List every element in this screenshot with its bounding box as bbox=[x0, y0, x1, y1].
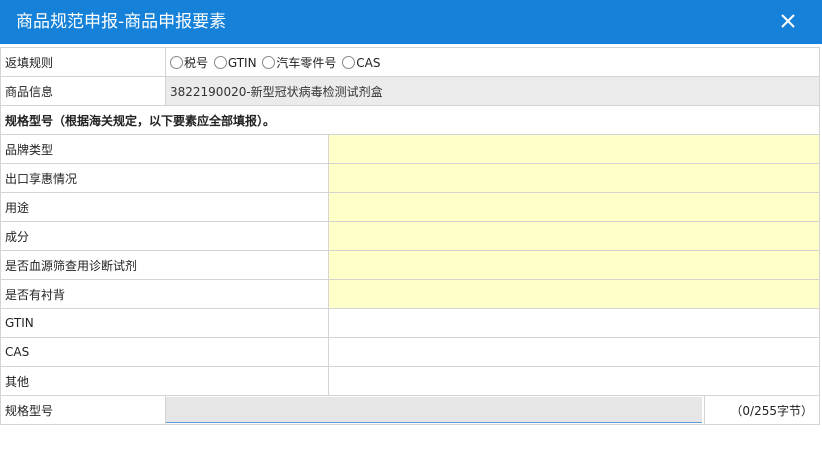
element-label-usage: 用途 bbox=[0, 192, 329, 222]
element-label-blood-screening: 是否血源筛查用诊断试剂 bbox=[0, 250, 329, 280]
radio-circle-icon bbox=[213, 55, 227, 69]
element-input-backing[interactable] bbox=[327, 279, 821, 309]
element-row-usage: 用途 bbox=[0, 192, 821, 222]
element-row-composition: 成分 bbox=[0, 221, 821, 251]
element-label-gtin: GTIN bbox=[0, 308, 329, 338]
element-row-blood-screening: 是否血源筛查用诊断试剂 bbox=[0, 250, 821, 280]
product-info-label: 商品信息 bbox=[0, 76, 166, 106]
spec-model-row: 规格型号 （0/255字节） bbox=[0, 395, 821, 425]
element-row-backing: 是否有衬背 bbox=[0, 279, 821, 309]
fill-rule-row: 返填规则 税号 GTIN 汽车零件号 CAS bbox=[0, 47, 821, 77]
radio-tax-number[interactable]: 税号 bbox=[170, 54, 208, 71]
element-label-export-preference: 出口享惠情况 bbox=[0, 163, 329, 193]
radio-circle-icon bbox=[342, 55, 356, 69]
radio-cas-label: CAS bbox=[356, 55, 381, 70]
element-input-export-preference[interactable] bbox=[327, 163, 821, 193]
spec-model-cell bbox=[165, 395, 705, 425]
dialog-titlebar: 商品规范申报-商品申报要素 bbox=[0, 0, 822, 44]
element-input-brand-type[interactable] bbox=[327, 134, 821, 164]
element-input-other[interactable] bbox=[327, 366, 821, 396]
element-input-gtin[interactable] bbox=[327, 308, 821, 338]
radio-gtin[interactable]: GTIN bbox=[213, 55, 257, 70]
element-label-backing: 是否有衬背 bbox=[0, 279, 329, 309]
element-input-usage[interactable] bbox=[327, 192, 821, 222]
section-note-row: 规格型号（根据海关规定，以下要素应全部填报）。 bbox=[0, 105, 821, 135]
radio-auto-part-number-label: 汽车零件号 bbox=[276, 55, 337, 70]
product-info-row: 商品信息 3822190020-新型冠状病毒检测试剂盒 bbox=[0, 76, 821, 106]
element-row-export-preference: 出口享惠情况 bbox=[0, 163, 821, 193]
radio-auto-part-number[interactable]: 汽车零件号 bbox=[262, 54, 336, 71]
element-input-composition[interactable] bbox=[327, 221, 821, 251]
fill-rule-options: 税号 GTIN 汽车零件号 CAS bbox=[164, 47, 821, 77]
spec-model-byte-counter: （0/255字节） bbox=[703, 395, 821, 425]
element-label-cas: CAS bbox=[0, 337, 329, 367]
dialog-title: 商品规范申报-商品申报要素 bbox=[16, 12, 227, 32]
radio-gtin-label: GTIN bbox=[227, 55, 257, 70]
element-input-cas[interactable] bbox=[327, 337, 821, 367]
spec-model-label: 规格型号 bbox=[0, 395, 166, 425]
product-info-value: 3822190020-新型冠状病毒检测试剂盒 bbox=[164, 76, 821, 106]
dialog-content: 返填规则 税号 GTIN 汽车零件号 CAS 商品信息 3822190020-新… bbox=[0, 47, 821, 425]
element-label-brand-type: 品牌类型 bbox=[0, 134, 329, 164]
spec-model-input[interactable] bbox=[166, 397, 702, 423]
element-input-blood-screening[interactable] bbox=[327, 250, 821, 280]
radio-circle-icon bbox=[170, 55, 183, 69]
element-row-cas: CAS bbox=[0, 337, 821, 367]
element-row-gtin: GTIN bbox=[0, 308, 821, 338]
radio-tax-number-label: 税号 bbox=[184, 55, 209, 70]
element-row-brand-type: 品牌类型 bbox=[0, 134, 821, 164]
element-label-composition: 成分 bbox=[0, 221, 329, 251]
radio-cas[interactable]: CAS bbox=[342, 55, 381, 70]
declaration-elements-table: 返填规则 税号 GTIN 汽车零件号 CAS 商品信息 3822190020-新… bbox=[0, 47, 821, 425]
element-row-other: 其他 bbox=[0, 366, 821, 396]
fill-rule-label: 返填规则 bbox=[0, 47, 166, 77]
close-icon[interactable] bbox=[778, 9, 798, 33]
section-note: 规格型号（根据海关规定，以下要素应全部填报）。 bbox=[0, 105, 821, 135]
radio-circle-icon bbox=[262, 55, 276, 69]
element-label-other: 其他 bbox=[0, 366, 329, 396]
